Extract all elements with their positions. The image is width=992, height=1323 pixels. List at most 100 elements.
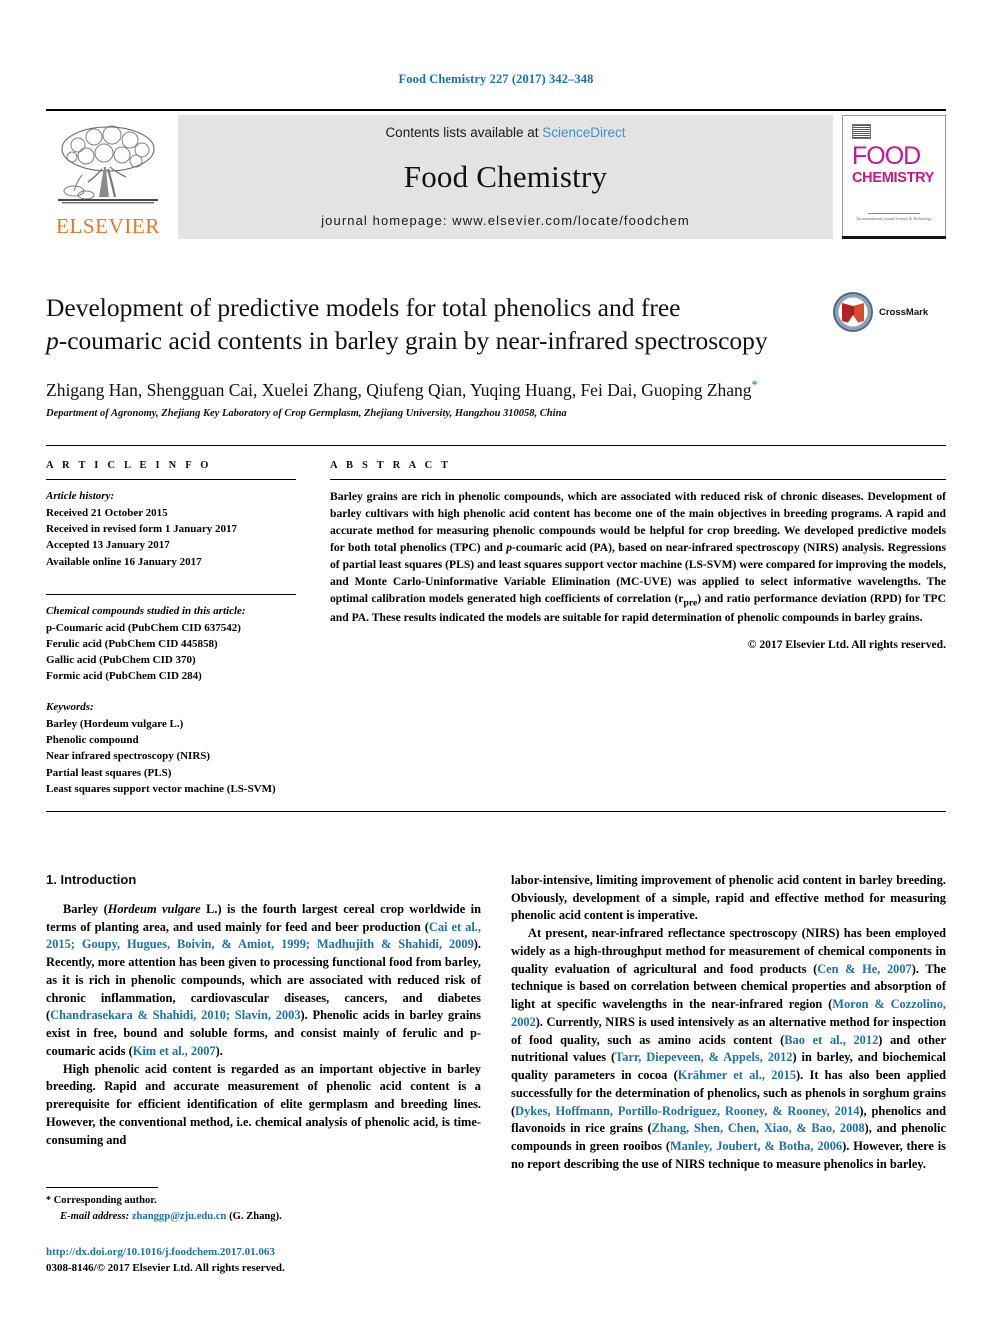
doi-line: http://dx.doi.org/10.1016/j.foodchem.201… [46, 1242, 466, 1261]
compound-item: Gallic acid (PubChem CID 370) [46, 653, 196, 666]
text-run: High phenolic acid content is regarded a… [46, 1061, 481, 1147]
journal-masthead: ELSEVIER Contents lists available at Sci… [46, 115, 946, 239]
crossmark-badge[interactable]: CrossMark [832, 287, 944, 337]
compounds-label: Chemical compounds studied in this artic… [46, 604, 246, 617]
crossmark-icon [833, 292, 873, 332]
elsevier-wordmark: ELSEVIER [56, 214, 160, 238]
elsevier-logo: ELSEVIER [46, 115, 170, 239]
paragraph: At present, near-infrared reflectance sp… [511, 925, 946, 1173]
text-run: labor-intensive, limiting improvement of… [511, 872, 946, 923]
sciencedirect-link[interactable]: ScienceDirect [542, 125, 625, 140]
running-head: Food Chemistry 227 (2017) 342–348 [398, 72, 594, 86]
contents-prefix: Contents lists available at [385, 125, 543, 140]
article-title-line1: Development of predictive models for tot… [46, 293, 681, 322]
email-suffix: (G. Zhang). [229, 1211, 282, 1223]
keyword-item: Partial least squares (PLS) [46, 766, 172, 779]
footnote-spacer [46, 1225, 466, 1242]
email-note: E-mail address: zhanggp@zju.edu.cn (G. Z… [46, 1209, 466, 1225]
elsevier-tree-icon [52, 123, 164, 215]
citation-link[interactable]: Kim et al., 2007 [133, 1044, 216, 1058]
info-section-bottom-rule [46, 810, 946, 812]
article-info-rule [46, 479, 296, 481]
citation-link[interactable]: Cen & He, 2007 [817, 962, 912, 976]
info-section-top-rule [46, 445, 946, 447]
footnote-rule [46, 1187, 158, 1189]
authors-text: Zhigang Han, Shengguan Cai, Xuelei Zhang… [46, 380, 752, 401]
keyword-item: Near infrared spectroscopy (NIRS) [46, 750, 211, 763]
issn-copyright-line: 0308-8146/© 2017 Elsevier Ltd. All right… [46, 1262, 285, 1275]
paragraph: High phenolic acid content is regarded a… [46, 1061, 481, 1150]
contents-line: Contents lists available at ScienceDirec… [385, 125, 625, 140]
journal-cover-thumbnail: FOOD CHEMISTRY An international journal … [842, 115, 946, 239]
article-title-line2: -coumaric acid contents in barley grain … [58, 326, 768, 356]
cover-title-food: FOOD [852, 142, 921, 170]
copyright-line: © 2017 Elsevier Ltd. All rights reserved… [747, 637, 946, 651]
cover-footer-caption: An international journal Science & Techn… [856, 216, 932, 221]
section-heading-introduction: 1. Introduction [46, 871, 137, 887]
history-item: Available online 16 January 2017 [46, 555, 202, 568]
citation-link[interactable]: Manley, Joubert, & Botha, 2006 [670, 1139, 842, 1153]
email-link[interactable]: zhanggp@zju.edu.cn [132, 1211, 227, 1222]
cover-footer-rule [868, 213, 920, 214]
italic-text: Hordeum vulgare [107, 901, 201, 916]
intro-right-paragraphs: labor-intensive, limiting improvement of… [511, 872, 946, 1173]
cover-footer-text: An international journal Science & Techn… [843, 213, 945, 222]
compound-item: Formic acid (PubChem CID 284) [46, 670, 202, 683]
footnote-star: * [46, 1195, 51, 1207]
keywords-label: Keywords: [46, 701, 94, 714]
article-title-italic-p: p [46, 326, 59, 356]
text-run: ). [215, 1043, 223, 1058]
history-item: Accepted 13 January 2017 [46, 539, 170, 552]
info-abstract-area: A R T I C L E I N F O Article history: R… [46, 460, 946, 797]
history-item: Received 21 October 2015 [46, 507, 168, 520]
doi-link[interactable]: http://dx.doi.org/10.1016/j.foodchem.201… [46, 1246, 275, 1258]
citation-link[interactable]: Tarr, Diepeveen, & Appels, 2012 [615, 1050, 792, 1064]
article-history-list: Received 21 October 2015 Received in rev… [46, 505, 296, 570]
text-run: Barley ( [63, 901, 108, 916]
keyword-item: Least squares support vector machine (LS… [46, 782, 276, 795]
journal-homepage[interactable]: journal homepage: www.elsevier.com/locat… [321, 213, 690, 228]
compounds-list: p-Coumaric acid (PubChem CID 637542) Fer… [46, 620, 296, 685]
keyword-item: Phenolic compound [46, 734, 139, 747]
compounds-rule [46, 593, 296, 595]
body-columns: 1. Introduction Barley (Hordeum vulgare … [46, 872, 946, 1173]
cover-bottom-bar [842, 236, 946, 239]
article-info-column: A R T I C L E I N F O Article history: R… [46, 460, 324, 797]
citation-link[interactable]: Krähmer et al., 2015 [678, 1068, 796, 1082]
page-footnote: * Corresponding author. E-mail address: … [46, 1187, 466, 1277]
article-info-heading: A R T I C L E I N F O [46, 460, 212, 472]
article-history-label: Article history: [46, 490, 115, 503]
keywords-list: Barley (Hordeum vulgare L.) Phenolic com… [46, 716, 296, 797]
crossmark-label: CrossMark [879, 306, 929, 318]
journal-article-page: Food Chemistry 227 (2017) 342–348 ELSEVI… [0, 0, 992, 1323]
compound-item: p-Coumaric acid (PubChem CID 637542) [46, 621, 241, 634]
abstract-text: Barley grains are rich in phenolic compo… [330, 489, 946, 627]
masthead-top-rule [46, 109, 946, 111]
paragraph: Barley (Hordeum vulgare L.) is the fourt… [46, 901, 481, 1061]
compound-item: Ferulic acid (PubChem CID 445858) [46, 637, 218, 650]
masthead-center-panel: Contents lists available at ScienceDirec… [178, 115, 833, 239]
citation-link[interactable]: Dykes, Hoffmann, Portillo-Rodriguez, Roo… [515, 1104, 859, 1118]
cover-title-chemistry: CHEMISTRY [852, 169, 935, 186]
email-label: E-mail address: [60, 1211, 130, 1223]
author-list: Zhigang Han, Shengguan Cai, Xuelei Zhang… [46, 377, 946, 401]
keyword-item: Barley (Hordeum vulgare L.) [46, 718, 184, 731]
abstract-heading: A B S T R A C T [330, 460, 452, 472]
cover-stamp-icon [852, 124, 871, 139]
paragraph: labor-intensive, limiting improvement of… [511, 872, 946, 925]
history-item: Received in revised form 1 January 2017 [46, 523, 238, 536]
corresponding-author-marker[interactable]: * [752, 377, 759, 392]
corresponding-author-text: Corresponding author. [53, 1195, 157, 1207]
intro-left-paragraphs: Barley (Hordeum vulgare L.) is the fourt… [46, 901, 481, 1149]
journal-title: Food Chemistry [403, 158, 608, 194]
body-column-right: labor-intensive, limiting improvement of… [511, 872, 946, 1173]
citation-link[interactable]: Chandrasekara & Shahidi, 2010; Slavin, 2… [50, 1008, 300, 1022]
abstract-rule [330, 479, 946, 481]
page-title: Development of predictive models for tot… [46, 291, 946, 357]
citation-link[interactable]: Bao et al., 2012 [784, 1033, 878, 1047]
corresponding-author-note: * Corresponding author. [46, 1193, 466, 1209]
body-column-left: 1. Introduction Barley (Hordeum vulgare … [46, 872, 481, 1173]
citation-link[interactable]: Zhang, Shen, Chen, Xiao, & Bao, 2008 [652, 1121, 865, 1135]
